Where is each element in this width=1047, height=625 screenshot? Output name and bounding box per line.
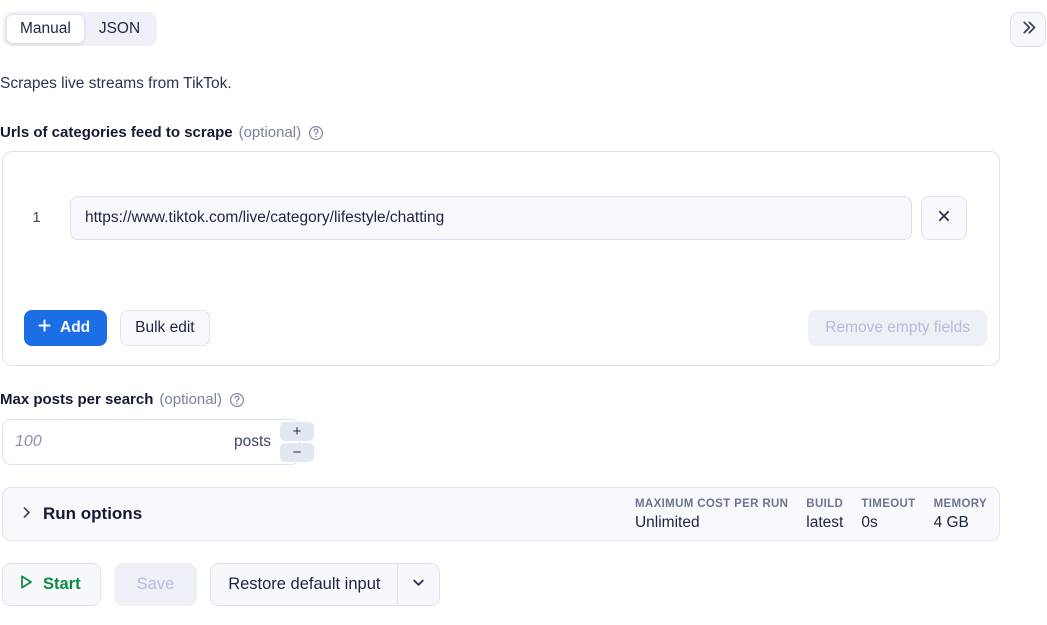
start-button[interactable]: Start xyxy=(2,563,101,606)
remove-url-row-button[interactable] xyxy=(921,196,967,240)
chevron-right-icon xyxy=(20,504,33,524)
tab-json[interactable]: JSON xyxy=(85,14,154,44)
chevron-down-icon xyxy=(411,575,426,595)
meta-timeout-value: 0s xyxy=(861,513,878,531)
run-options-bar[interactable]: Run options MAXIMUM COST PER RUN Unlimit… xyxy=(2,487,1000,541)
meta-build: BUILD latest xyxy=(788,496,843,533)
add-url-button[interactable]: Add xyxy=(24,310,108,346)
stepper-increment-button[interactable]: + xyxy=(280,422,315,441)
max-posts-unit-label: posts xyxy=(234,433,272,450)
meta-maximum-cost-per-run: MAXIMUM COST PER RUN Unlimited xyxy=(617,496,788,533)
stepper-decrement-button[interactable]: − xyxy=(280,443,315,462)
remove-empty-fields-button: Remove empty fields xyxy=(808,310,987,346)
plus-icon xyxy=(37,318,52,338)
meta-build-value: latest xyxy=(806,513,844,531)
urls-field-optional-text: (optional) xyxy=(238,124,302,141)
run-options-title-label: Run options xyxy=(43,504,143,523)
url-row-index: 1 xyxy=(32,210,41,226)
restore-default-input-label: Restore default input xyxy=(228,575,381,593)
urls-field-label: Urls of categories feed to scrape (optio… xyxy=(0,122,324,144)
editor-topbar: Manual JSON xyxy=(0,12,1047,48)
play-icon xyxy=(18,574,34,595)
question-circle-icon[interactable] xyxy=(308,125,324,141)
input-mode-tabs: Manual JSON xyxy=(3,12,158,46)
question-circle-icon[interactable] xyxy=(229,392,245,408)
restore-default-input-button[interactable]: Restore default input xyxy=(211,564,397,605)
meta-maximum-cost-per-run-value: Unlimited xyxy=(634,513,700,531)
tab-manual[interactable]: Manual xyxy=(6,14,85,44)
restore-default-input-split-button: Restore default input xyxy=(210,563,441,606)
run-options-meta: MAXIMUM COST PER RUN Unlimited BUILD lat… xyxy=(617,496,999,533)
urls-input-panel: 1 Add Bulk edit Remove em xyxy=(2,151,1000,366)
editor-action-bar: Start Save Restore default input xyxy=(2,563,441,606)
tab-manual-label: Manual xyxy=(20,20,71,37)
run-options-title: Run options xyxy=(3,504,142,524)
tab-json-label: JSON xyxy=(98,20,141,37)
url-input-1[interactable] xyxy=(70,196,912,240)
max-posts-stepper: posts + − xyxy=(2,419,315,465)
max-posts-field-label-text: Max posts per search xyxy=(0,391,154,408)
restore-default-input-dropdown-toggle[interactable] xyxy=(397,564,439,605)
start-button-label: Start xyxy=(43,575,81,593)
meta-build-label: BUILD xyxy=(806,497,844,510)
max-posts-field-label: Max posts per search (optional) xyxy=(0,389,245,411)
meta-memory-value: 4 GB xyxy=(933,513,969,531)
meta-maximum-cost-per-run-label: MAXIMUM COST PER RUN xyxy=(634,497,789,510)
urls-panel-actions: Add Bulk edit Remove empty fields xyxy=(24,310,987,346)
chevrons-right-icon xyxy=(1020,19,1037,41)
meta-timeout: TIMEOUT 0s xyxy=(843,496,915,533)
max-posts-input[interactable] xyxy=(3,420,234,464)
bulk-edit-button-label: Bulk edit xyxy=(135,319,195,336)
save-button-label: Save xyxy=(136,575,175,593)
urls-field-label-text: Urls of categories feed to scrape xyxy=(0,124,233,141)
max-posts-field-optional-text: (optional) xyxy=(159,391,222,408)
meta-memory-label: MEMORY xyxy=(933,497,987,510)
meta-memory: MEMORY 4 GB xyxy=(916,496,987,533)
url-row: 1 xyxy=(3,195,999,241)
meta-timeout-label: TIMEOUT xyxy=(861,497,916,510)
actor-description: Scrapes live streams from TikTok. xyxy=(0,75,232,92)
stepper-buttons: + − xyxy=(280,422,320,462)
add-url-button-label: Add xyxy=(60,319,91,336)
bulk-edit-button[interactable]: Bulk edit xyxy=(120,310,210,346)
save-button: Save xyxy=(113,563,198,606)
remove-empty-fields-label: Remove empty fields xyxy=(825,319,970,336)
collapse-panel-button[interactable] xyxy=(1010,12,1046,47)
close-icon xyxy=(937,208,951,228)
